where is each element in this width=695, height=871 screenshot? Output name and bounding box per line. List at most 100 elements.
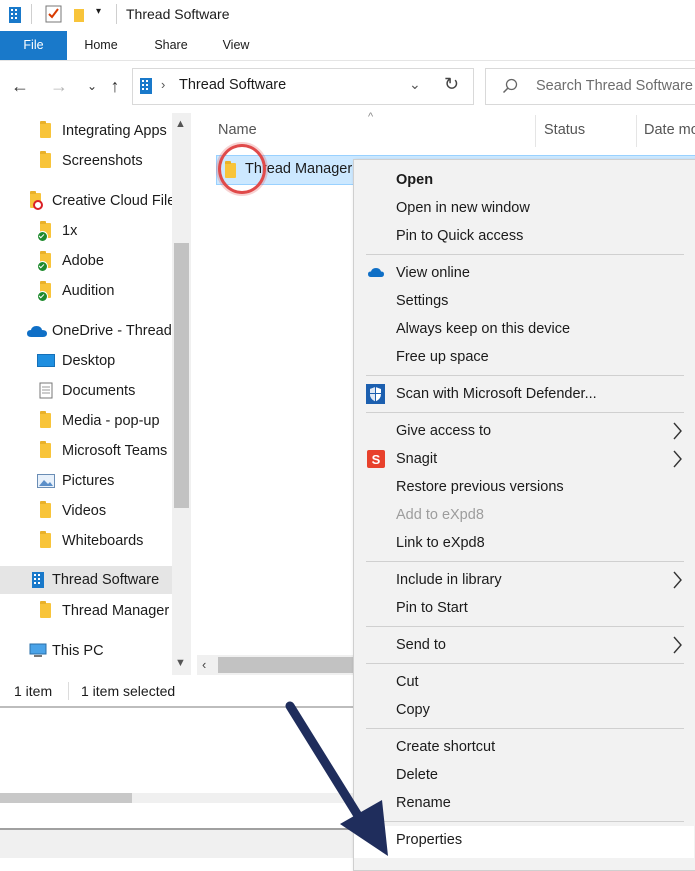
search-input[interactable]: Search Thread Software — [485, 68, 695, 105]
scroll-down-icon[interactable]: ▼ — [175, 657, 186, 669]
folder-icon — [40, 601, 51, 618]
background-scrollbar-thumb[interactable] — [0, 793, 132, 803]
sidebar-item-whiteboards[interactable]: Whiteboards — [0, 527, 172, 555]
title-divider — [116, 4, 117, 24]
tab-home[interactable]: Home — [72, 31, 130, 60]
sidebar-item-desktop[interactable]: Desktop — [0, 347, 172, 375]
sidebar-item-media-pop-up[interactable]: Media - pop-up — [0, 407, 172, 435]
folder-icon — [40, 411, 51, 428]
onedrive-cloud-icon — [368, 268, 384, 277]
refresh-button[interactable]: ↻ — [433, 68, 474, 105]
sidebar-item-label: Videos — [62, 503, 107, 519]
horizontal-scrollbar-thumb[interactable] — [218, 657, 354, 673]
properties-check-icon[interactable] — [45, 5, 63, 23]
menu-item-view-online[interactable]: View online — [396, 259, 470, 287]
sidebar-item-label: Documents — [62, 383, 136, 399]
sidebar-item-adobe[interactable]: Adobe — [0, 247, 172, 275]
sidebar-item-audition[interactable]: Audition — [0, 277, 172, 305]
menu-item-pin-quick-access[interactable]: Pin to Quick access — [396, 222, 523, 250]
menu-item-pin-to-start[interactable]: Pin to Start — [396, 594, 468, 622]
column-divider[interactable] — [535, 115, 536, 147]
desktop-icon — [37, 354, 55, 367]
sidebar-item-thread-software[interactable]: Thread Software — [0, 566, 172, 594]
recent-locations-chevron-icon[interactable]: ⌄ — [80, 73, 104, 99]
tab-view[interactable]: View — [207, 31, 265, 60]
menu-separator — [366, 626, 684, 627]
breadcrumb-chevron-icon[interactable]: › — [161, 77, 165, 92]
menu-separator — [366, 663, 684, 664]
address-dropdown-icon[interactable]: ⌄ — [409, 76, 421, 93]
menu-item-add-to-expd8: Add to eXpd8 — [396, 507, 484, 523]
building-icon — [32, 572, 44, 588]
sidebar-item-this-pc[interactable]: This PC — [0, 637, 172, 665]
address-bar[interactable]: › Thread Software ⌄ — [132, 68, 434, 105]
tab-share[interactable]: Share — [142, 31, 200, 60]
sidebar-item-label: This PC — [52, 643, 104, 659]
back-arrow-icon[interactable]: ← — [8, 73, 32, 99]
menu-item-cut[interactable]: Cut — [396, 668, 419, 696]
menu-separator — [366, 821, 684, 822]
folder-icon — [40, 531, 51, 548]
sidebar-item-videos[interactable]: Videos — [0, 497, 172, 525]
sidebar-item-integrating-apps[interactable]: Integrating Apps — [0, 117, 172, 145]
sidebar-item-label: Microsoft Teams — [62, 443, 168, 459]
up-arrow-icon[interactable]: ↑ — [103, 73, 127, 99]
menu-item-open[interactable]: Open — [396, 166, 433, 194]
menu-item-rename[interactable]: Rename — [396, 789, 451, 817]
menu-item-settings[interactable]: Settings — [396, 287, 448, 315]
annotation-circle — [218, 144, 266, 194]
sidebar-item-onedrive[interactable]: OneDrive - Thread — [0, 317, 172, 345]
menu-item-scan-defender[interactable]: Scan with Microsoft Defender... — [396, 380, 597, 408]
folder-icon — [40, 501, 51, 518]
breadcrumb-path[interactable]: Thread Software — [179, 77, 286, 93]
sidebar-item-thread-manager[interactable]: Thread Manager — [0, 597, 172, 625]
column-divider[interactable] — [636, 115, 637, 147]
menu-item-include-library[interactable]: Include in library — [396, 566, 502, 594]
menu-item-link-to-expd8[interactable]: Link to eXpd8 — [396, 529, 485, 557]
column-header-date-modified[interactable]: Date mo — [644, 122, 695, 142]
column-header-status[interactable]: Status — [544, 122, 585, 142]
scroll-up-icon[interactable]: ▲ — [175, 118, 186, 130]
quick-access-dropdown-icon[interactable]: ▾ — [96, 6, 101, 17]
building-icon[interactable] — [8, 6, 22, 24]
title-divider — [31, 4, 32, 24]
sidebar-item-label: Desktop — [62, 353, 116, 369]
menu-item-snagit[interactable]: Snagit — [396, 445, 437, 473]
sidebar-item-label: 1x — [62, 223, 78, 239]
sidebar-item-label: Media - pop-up — [62, 413, 160, 429]
sidebar-item-1x[interactable]: 1x — [0, 217, 172, 245]
sidebar-item-documents[interactable]: Documents — [0, 377, 172, 405]
menu-item-always-keep[interactable]: Always keep on this device — [396, 315, 570, 343]
sidebar-item-screenshots[interactable]: Screenshots — [0, 147, 172, 175]
menu-item-open-new-window[interactable]: Open in new window — [396, 194, 530, 222]
menu-item-properties[interactable]: Properties — [396, 826, 462, 854]
folder-icon — [40, 441, 51, 458]
folder-icon — [40, 151, 51, 168]
defender-shield-icon — [366, 384, 385, 404]
sidebar-item-label: Screenshots — [62, 153, 143, 169]
forward-arrow-icon[interactable]: → — [47, 73, 71, 99]
column-header-name[interactable]: Name — [218, 122, 257, 142]
sidebar-item-label: Adobe — [62, 253, 104, 269]
submenu-chevron-icon — [673, 636, 682, 654]
sidebar-item-microsoft-teams[interactable]: Microsoft Teams — [0, 437, 172, 465]
menu-item-restore-versions[interactable]: Restore previous versions — [396, 473, 564, 501]
menu-item-give-access[interactable]: Give access to — [396, 417, 491, 445]
sidebar-scrollbar-thumb[interactable] — [174, 243, 189, 508]
sidebar-item-label: Pictures — [62, 473, 115, 489]
sort-ascending-icon: ^ — [368, 111, 374, 123]
tab-file[interactable]: File — [0, 31, 67, 60]
refresh-icon: ↻ — [444, 74, 460, 94]
menu-item-send-to[interactable]: Send to — [396, 631, 446, 659]
sidebar-item-creative-cloud-files[interactable]: Creative Cloud Files — [0, 187, 183, 215]
synced-check-icon — [37, 291, 48, 302]
menu-item-free-up-space[interactable]: Free up space — [396, 343, 489, 371]
sidebar-item-pictures[interactable]: Pictures — [0, 467, 172, 495]
scroll-left-icon[interactable]: ‹ — [202, 657, 206, 672]
menu-item-delete[interactable]: Delete — [396, 761, 438, 789]
menu-item-create-shortcut[interactable]: Create shortcut — [396, 733, 495, 761]
new-folder-icon[interactable] — [73, 7, 85, 23]
sidebar-item-label: OneDrive - Thread — [52, 323, 172, 339]
menu-item-copy[interactable]: Copy — [396, 696, 430, 724]
sidebar-item-label: Thread Software — [52, 572, 160, 588]
